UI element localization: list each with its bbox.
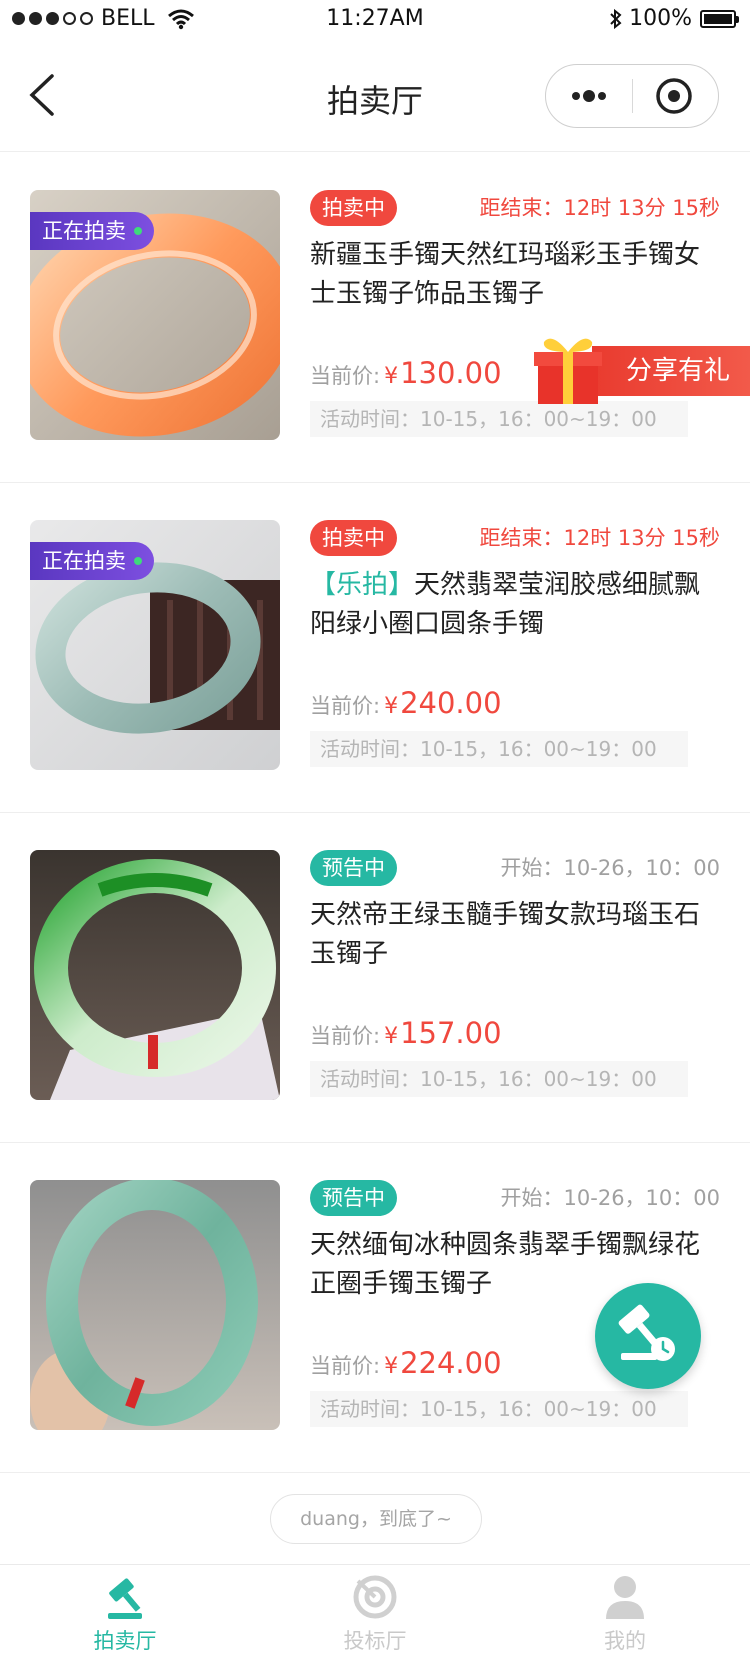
auction-item[interactable]: 预告中 开始：10-26，10：00 天然帝王绿玉髓手镯女款玛瑙玉石玉镯子 当前… xyxy=(0,813,750,1143)
status-tag: 预告中 xyxy=(310,1180,397,1216)
product-title-text: 新疆玉手镯天然红玛瑙彩玉手镯女士玉镯子饰品玉镯子 xyxy=(310,240,701,309)
tab-bar: 拍卖厅 投标厅 我的 xyxy=(0,1564,750,1662)
product-image[interactable] xyxy=(30,850,280,1100)
mini-program-capsule xyxy=(545,64,719,128)
share-gift-button[interactable]: 分享有礼 xyxy=(530,328,750,408)
more-button[interactable] xyxy=(546,65,632,127)
current-price: 240.00 xyxy=(400,686,502,720)
price-row: 当前价: ¥ 240.00 xyxy=(310,686,502,720)
currency-symbol: ¥ xyxy=(384,364,399,389)
price-label: 当前价: xyxy=(310,364,381,388)
auction-hammer-clock-icon xyxy=(618,1304,675,1361)
more-dots-icon xyxy=(572,90,606,102)
currency-symbol: ¥ xyxy=(384,694,399,719)
auction-hammer-icon xyxy=(108,1578,142,1619)
activity-time: 活动时间：10-15，16：00~19：00 xyxy=(310,731,688,767)
activity-time: 活动时间：10-15，16：00~19：00 xyxy=(310,1391,688,1427)
tab-bidding-hall[interactable]: 投标厅 xyxy=(250,1565,500,1662)
auction-list: 正在拍卖 拍卖中 距结束：12时 13分 15秒 新疆玉手镯天然红玛瑙彩玉手镯女… xyxy=(0,153,750,1473)
price-label: 当前价: xyxy=(310,1354,381,1378)
countdown-text: 距结束：12时 13分 15秒 xyxy=(479,196,720,220)
tab-label: 拍卖厅 xyxy=(93,1629,157,1653)
live-badge: 正在拍卖 xyxy=(30,542,154,580)
close-mini-program-button[interactable] xyxy=(634,65,718,127)
nav-bar: 拍卖厅 xyxy=(0,40,750,152)
tab-mine[interactable]: 我的 xyxy=(500,1565,750,1662)
currency-symbol: ¥ xyxy=(384,1024,399,1049)
current-price: 224.00 xyxy=(400,1346,502,1380)
activity-time: 活动时间：10-15，16：00~19：00 xyxy=(310,1061,688,1097)
product-title[interactable]: 天然帝王绿玉髓手镯女款玛瑙玉石玉镯子 xyxy=(310,896,710,974)
brand-tag: 【乐拍】 xyxy=(310,570,415,600)
price-row: 当前价: ¥ 224.00 xyxy=(310,1346,502,1380)
battery-percent: 100% xyxy=(629,6,692,31)
status-bar: BELL 11:27AM 100% xyxy=(0,0,750,40)
status-tag: 拍卖中 xyxy=(310,190,397,226)
price-label: 当前价: xyxy=(310,694,381,718)
tab-label: 我的 xyxy=(604,1629,646,1653)
product-image[interactable] xyxy=(30,1180,280,1430)
status-right: 100% xyxy=(609,6,739,31)
target-close-icon xyxy=(656,78,692,114)
start-time-text: 开始：10-26，10：00 xyxy=(500,1186,720,1210)
bluetooth-icon xyxy=(610,8,622,29)
user-icon xyxy=(606,1576,644,1619)
price-row: 当前价: ¥ 130.00 xyxy=(310,356,502,390)
product-image[interactable]: 正在拍卖 xyxy=(30,190,280,440)
start-time-text: 开始：10-26，10：00 xyxy=(500,856,720,880)
status-tag: 预告中 xyxy=(310,850,397,886)
live-badge: 正在拍卖 xyxy=(30,212,154,250)
auction-float-button[interactable] xyxy=(595,1283,701,1389)
auction-item[interactable]: 正在拍卖 拍卖中 距结束：12时 13分 15秒 【乐拍】天然翡翠莹润胶感细腻飘… xyxy=(0,483,750,813)
price-row: 当前价: ¥ 157.00 xyxy=(310,1016,502,1050)
product-title[interactable]: 新疆玉手镯天然红玛瑙彩玉手镯女士玉镯子饰品玉镯子 xyxy=(310,236,710,314)
currency-symbol: ¥ xyxy=(384,1354,399,1379)
target-icon xyxy=(353,1575,397,1619)
end-of-list: duang，到底了~ xyxy=(270,1494,482,1544)
tab-auction-hall[interactable]: 拍卖厅 xyxy=(0,1565,250,1662)
status-tag: 拍卖中 xyxy=(310,520,397,556)
product-title[interactable]: 【乐拍】天然翡翠莹润胶感细腻飘阳绿小圈口圆条手镯 xyxy=(310,566,710,644)
price-label: 当前价: xyxy=(310,1024,381,1048)
gift-icon xyxy=(534,338,602,404)
product-title-text: 天然帝王绿玉髓手镯女款玛瑙玉石玉镯子 xyxy=(310,900,701,969)
current-price: 130.00 xyxy=(400,356,502,390)
battery-icon xyxy=(700,9,739,28)
auction-item[interactable]: 正在拍卖 拍卖中 距结束：12时 13分 15秒 新疆玉手镯天然红玛瑙彩玉手镯女… xyxy=(0,153,750,483)
current-price: 157.00 xyxy=(400,1016,502,1050)
tab-label: 投标厅 xyxy=(343,1629,407,1653)
share-label: 分享有礼 xyxy=(592,346,750,396)
countdown-text: 距结束：12时 13分 15秒 xyxy=(479,526,720,550)
product-image[interactable]: 正在拍卖 xyxy=(30,520,280,770)
